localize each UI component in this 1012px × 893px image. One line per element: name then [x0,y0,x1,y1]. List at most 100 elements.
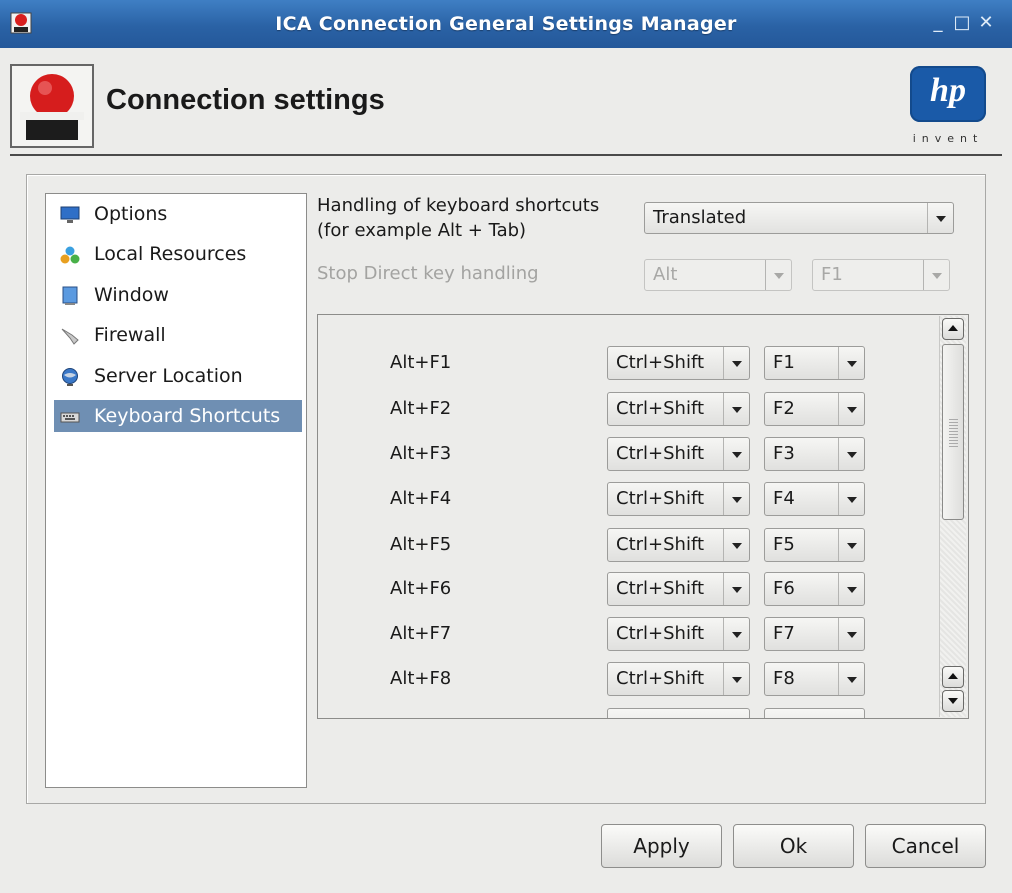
chevron-down-icon[interactable] [838,618,864,650]
cancel-button[interactable]: Cancel [865,824,986,868]
modifier-select[interactable]: Ctrl+Shift [607,572,750,606]
stop-direct-label: Stop Direct key handling [317,263,539,284]
chevron-down-icon[interactable] [723,483,749,515]
scroll-up-button-lower[interactable] [942,666,964,688]
scroll-up-button[interactable] [942,318,964,340]
sidebar-item-label: Server Location [94,365,243,387]
key-select[interactable]: F4 [764,482,865,516]
shortcut-label: Alt+F7 [390,623,452,644]
modifier-value: Ctrl+Shift [616,668,705,689]
handling-label-line1: Handling of keyboard shortcuts [317,195,600,216]
page-heading: Connection settings [106,84,385,116]
category-list[interactable]: Options Local Resources Window Firewall [45,193,307,788]
modifier-select[interactable] [607,708,750,718]
scroll-thumb[interactable] [942,344,964,520]
handling-select[interactable]: Translated [644,202,954,234]
shortcut-row: Alt+F3 Ctrl+Shift F3 [318,437,938,473]
key-value: F8 [773,668,795,689]
key-value: F1 [773,352,795,373]
key-select[interactable]: F7 [764,617,865,651]
sidebar-item-firewall[interactable]: Firewall [54,319,302,351]
chevron-down-icon[interactable] [723,347,749,379]
chevron-down-icon[interactable] [838,483,864,515]
chevron-down-icon[interactable] [723,573,749,605]
chevron-down-icon[interactable] [927,203,953,233]
modifier-select[interactable]: Ctrl+Shift [607,346,750,380]
stop-modifier-select[interactable]: Alt [644,259,792,291]
modifier-select[interactable]: Ctrl+Shift [607,437,750,471]
vertical-scrollbar[interactable] [939,316,966,717]
chevron-down-icon[interactable] [838,573,864,605]
key-value: F7 [773,623,795,644]
sidebar-item-label: Local Resources [94,243,247,265]
chevron-down-icon[interactable] [923,260,949,290]
modifier-select[interactable]: Ctrl+Shift [607,617,750,651]
sidebar-item-options[interactable]: Options [54,198,302,230]
modifier-select[interactable]: Ctrl+Shift [607,392,750,426]
keyboard-icon [60,412,80,423]
ok-button[interactable]: Ok [733,824,854,868]
sidebar-item-local-resources[interactable]: Local Resources [54,238,302,270]
shortcut-row: Alt+F8 Ctrl+Shift F8 [318,662,938,698]
key-value: F2 [773,398,795,419]
chevron-down-icon[interactable] [723,529,749,561]
key-select[interactable]: F8 [764,662,865,696]
chevron-down-icon[interactable] [723,618,749,650]
shortcut-label: Alt+F3 [390,443,452,464]
firewall-icon [61,328,79,345]
stop-key-select[interactable]: F1 [812,259,950,291]
handling-select-value: Translated [653,207,747,228]
hp-logo-text: hp [930,72,966,109]
modifier-select[interactable]: Ctrl+Shift [607,662,750,696]
key-select[interactable]: F2 [764,392,865,426]
key-select[interactable]: F1 [764,346,865,380]
shortcut-label: Alt+F6 [390,578,452,599]
chevron-down-icon[interactable] [765,260,791,290]
key-value: F5 [773,534,795,555]
maximize-button[interactable]: □ [952,13,972,33]
shortcut-row-partial [318,708,938,718]
key-select[interactable]: F3 [764,437,865,471]
apply-button[interactable]: Apply [601,824,722,868]
key-select[interactable] [764,708,865,718]
sidebar-item-server-location[interactable]: Server Location [54,360,302,392]
shortcuts-panel[interactable]: Alt+F1 Ctrl+Shift F1 Alt+F2 Ctrl+Shift F… [317,314,969,719]
chevron-down-icon[interactable] [838,393,864,425]
handling-label-line2: (for example Alt + Tab) [317,220,527,241]
stop-modifier-value: Alt [653,264,678,285]
key-value: F4 [773,488,795,509]
chevron-down-icon[interactable] [838,438,864,470]
key-value: F6 [773,578,795,599]
modifier-value: Ctrl+Shift [616,352,705,373]
chevron-down-icon[interactable] [723,393,749,425]
scroll-down-button[interactable] [942,690,964,712]
chevron-down-icon[interactable] [838,347,864,379]
modifier-value: Ctrl+Shift [616,578,705,599]
key-select[interactable]: F5 [764,528,865,562]
chevron-down-icon[interactable] [838,529,864,561]
window-title: ICA Connection General Settings Manager [275,13,737,35]
shortcut-row: Alt+F7 Ctrl+Shift F7 [318,617,938,653]
modifier-value: Ctrl+Shift [616,534,705,555]
sidebar-item-label: Firewall [94,324,166,346]
shortcut-row: Alt+F2 Ctrl+Shift F2 [318,392,938,428]
chevron-down-icon[interactable] [723,663,749,695]
monitor-icon [60,206,80,223]
sidebar-item-keyboard-shortcuts[interactable]: Keyboard Shortcuts [54,400,302,432]
sidebar-item-label: Window [94,284,169,306]
chevron-down-icon[interactable] [838,663,864,695]
sidebar-item-window[interactable]: Window [54,279,302,311]
hp-logo: hp invent [902,62,994,152]
modifier-value: Ctrl+Shift [616,398,705,419]
key-value: F3 [773,443,795,464]
hp-tagline: invent [912,132,984,145]
chevron-down-icon[interactable] [723,438,749,470]
key-select[interactable]: F6 [764,572,865,606]
minimize-button[interactable]: _ [928,13,948,33]
modifier-select[interactable]: Ctrl+Shift [607,528,750,562]
close-button[interactable]: ✕ [976,13,996,33]
modifier-value: Ctrl+Shift [616,488,705,509]
title-bar[interactable]: ICA Connection General Settings Manager … [0,0,1012,48]
modifier-select[interactable]: Ctrl+Shift [607,482,750,516]
shortcut-row: Alt+F6 Ctrl+Shift F6 [318,572,938,608]
